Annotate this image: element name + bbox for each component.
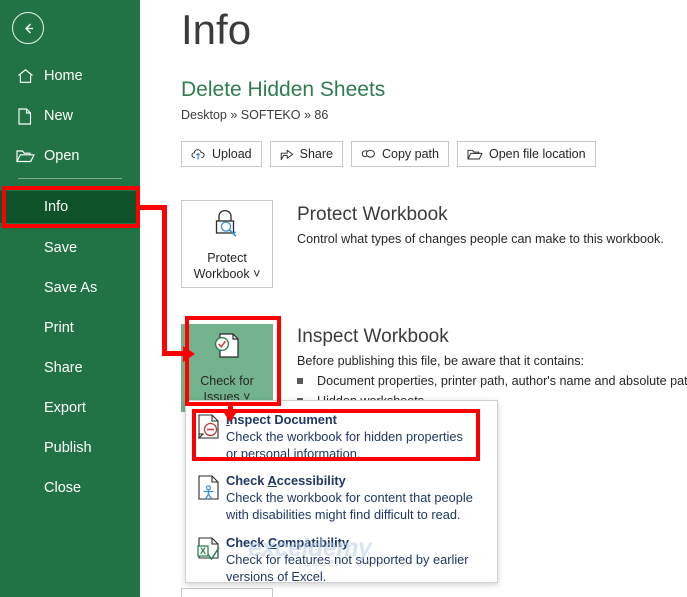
sidebar-item-label: Open (44, 148, 80, 164)
sidebar-item-label: Export (44, 400, 86, 416)
sidebar-item-save[interactable]: Save (0, 232, 140, 264)
sidebar-item-label: Close (44, 480, 82, 496)
cloud-upload-icon (191, 148, 206, 161)
excel-backstage-info-screen: Home New Open Info Save Save As Print Sh… (0, 0, 687, 597)
breadcrumb: Desktop » SOFTEKO » 86 (181, 108, 329, 122)
sidebar-item-publish[interactable]: Publish (0, 432, 140, 464)
back-button[interactable] (12, 12, 44, 44)
bullet-marker-icon (297, 378, 303, 384)
sidebar-item-home[interactable]: Home (0, 60, 140, 92)
menu-item-body-line1: Check for features not supported by earl… (226, 552, 469, 567)
file-name: Delete Hidden Sheets (181, 78, 386, 101)
folder-open-icon (467, 148, 483, 161)
sidebar-item-info[interactable]: Info (0, 191, 140, 223)
menu-item-heading: Check Accessibility (226, 473, 346, 488)
compatibility-icon: X (192, 533, 226, 585)
protect-button-line2: Workbook ˅ (193, 266, 261, 281)
sidebar-item-label: Info (44, 199, 69, 215)
menu-item-text: Inspect Document Check the workbook for … (226, 410, 463, 462)
menu-item-body-line1: Check the workbook for content that peop… (226, 490, 473, 505)
sidebar-item-label: Publish (44, 440, 92, 456)
menu-item-heading: Check Compatibility (226, 535, 350, 550)
protect-workbook-description: Control what types of changes people can… (297, 232, 664, 246)
check-for-issues-button[interactable]: Check for Issues ˅ (181, 324, 273, 412)
share-icon (280, 148, 294, 161)
open-file-location-button[interactable]: Open file location (456, 141, 596, 167)
menu-item-body-line2: versions of Excel. (226, 569, 327, 584)
svg-text:X: X (200, 546, 206, 556)
inspect-workbook-description: Before publishing this file, be aware th… (297, 354, 585, 368)
inspect-button-line1: Check for (200, 373, 254, 388)
menu-item-text: Check Accessibility Check the workbook f… (226, 471, 473, 523)
sidebar-item-new[interactable]: New (0, 100, 140, 132)
sidebar-item-export[interactable]: Export (0, 392, 140, 424)
menu-item-body-line2: or personal information. (226, 446, 361, 461)
protect-button-line1: Protect (207, 250, 247, 265)
button-label: Copy path (381, 147, 439, 161)
button-label: Upload (212, 147, 252, 161)
bullet-text: Document properties, printer path, autho… (317, 374, 687, 388)
inspect-document-icon (192, 410, 226, 462)
sidebar-item-label: New (44, 108, 74, 124)
menu-item-body-line1: Check the workbook for hidden properties (226, 429, 463, 444)
upload-button[interactable]: Upload (181, 141, 262, 167)
protect-workbook-title: Protect Workbook (297, 204, 448, 225)
link-icon (361, 148, 376, 160)
copy-path-button[interactable]: Copy path (350, 141, 449, 167)
backstage-sidebar: Home New Open Info Save Save As Print Sh… (0, 0, 140, 597)
sidebar-item-share[interactable]: Share (0, 352, 140, 384)
sidebar-item-label: Share (44, 360, 83, 376)
protect-workbook-button[interactable]: Protect Workbook ˅ (181, 200, 273, 288)
sidebar-item-print[interactable]: Print (0, 312, 140, 344)
menu-item-check-compatibility[interactable]: X Check Compatibility Check for features… (192, 533, 492, 585)
document-icon (14, 106, 36, 126)
sidebar-item-close[interactable]: Close (0, 472, 140, 504)
menu-item-text: Check Compatibility Check for features n… (226, 533, 469, 585)
document-check-icon (211, 332, 243, 367)
inspect-bullet: Document properties, printer path, autho… (297, 374, 687, 388)
sidebar-divider (18, 178, 122, 179)
sidebar-item-label: Save As (44, 280, 98, 296)
lock-key-icon (209, 207, 245, 244)
button-label: Open file location (488, 147, 586, 161)
sidebar-item-label: Home (44, 68, 83, 84)
menu-item-check-accessibility[interactable]: Check Accessibility Check the workbook f… (192, 471, 492, 523)
next-section-button-partial[interactable] (181, 588, 273, 597)
inspect-workbook-title: Inspect Workbook (297, 326, 449, 347)
sidebar-item-save-as[interactable]: Save As (0, 272, 140, 304)
sidebar-item-label: Print (44, 320, 74, 336)
share-button[interactable]: Share (269, 141, 343, 167)
check-for-issues-dropdown-menu: Inspect Document Check the workbook for … (185, 400, 498, 585)
sidebar-item-label: Save (44, 240, 78, 256)
sidebar-item-open[interactable]: Open (0, 140, 140, 172)
home-icon (14, 66, 36, 86)
page-title: Info (181, 6, 252, 53)
menu-item-inspect-document[interactable]: Inspect Document Check the workbook for … (192, 410, 492, 462)
menu-item-heading: Inspect Document (226, 412, 337, 427)
file-actions-toolbar: Upload Share Copy path Open file locatio… (181, 141, 596, 167)
accessibility-icon (192, 471, 226, 523)
menu-item-body-line2: with disabilities might find difficult t… (226, 507, 461, 522)
button-label: Share (299, 147, 333, 161)
back-arrow-icon (24, 23, 33, 33)
folder-icon (14, 146, 36, 166)
